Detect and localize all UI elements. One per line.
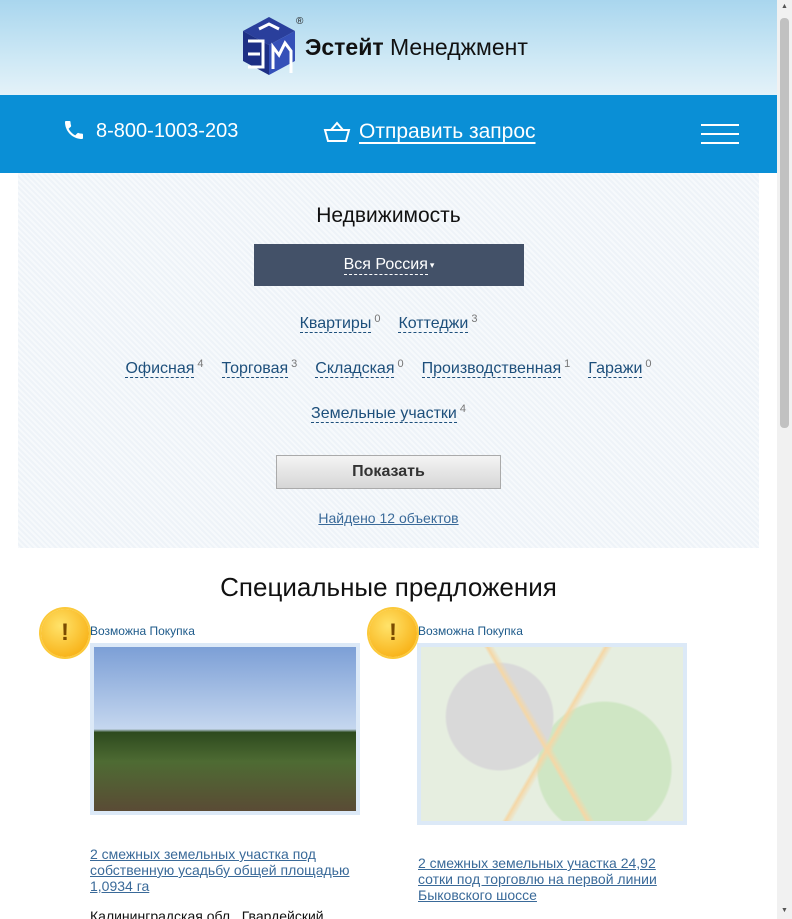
offer-title-link[interactable]: 2 смежных земельных участка 24,92 сотки … <box>418 855 688 903</box>
scrollbar-thumb[interactable] <box>780 18 789 428</box>
category-label: Коттеджи <box>398 315 469 334</box>
registered-mark: ® <box>296 16 304 27</box>
caret-down-icon: ▾ <box>429 259 435 270</box>
brand-bold: Эстейт <box>305 33 384 60</box>
offer-tag: Возможна Покупка <box>90 624 195 638</box>
category-label: Производственная <box>421 360 562 379</box>
send-request-label: Отправить запрос <box>359 120 536 143</box>
phone-icon <box>65 121 83 139</box>
special-offers-title: Специальные предложения <box>220 572 557 602</box>
category-office[interactable]: Офисная 4 <box>125 358 204 379</box>
property-filter: Недвижимость Вся Россия ▾ Квартиры 0 Котте… <box>18 173 759 548</box>
category-count: 0 <box>645 358 652 370</box>
category-label: Офисная <box>125 360 195 379</box>
category-cottages[interactable]: Коттеджи 3 <box>398 313 478 334</box>
category-label: Земельные участки <box>311 405 457 424</box>
category-row-1: Квартиры 0 Коттеджи 3 <box>18 313 759 334</box>
offer-title-link[interactable]: 2 смежных земельных участка под собствен… <box>90 846 360 894</box>
category-count: 4 <box>197 358 204 370</box>
region-select[interactable]: Вся Россия ▾ <box>254 244 524 286</box>
offer-tag: Возможна Покупка <box>418 624 523 638</box>
category-count: 1 <box>564 358 571 370</box>
category-count: 0 <box>397 358 404 370</box>
offer-image-map[interactable] <box>417 643 687 825</box>
phone-number[interactable]: 8-800-1003-203 <box>96 120 238 143</box>
found-count-link[interactable]: Найдено 12 объектов <box>18 510 759 526</box>
basket-icon <box>323 121 351 142</box>
scroll-down-icon[interactable]: ▼ <box>781 907 788 914</box>
scroll-up-icon[interactable]: ▲ <box>781 3 788 10</box>
category-label: Складская <box>315 360 395 379</box>
brand-rest: Менеджмент <box>390 33 528 60</box>
logo-cube-icon <box>243 17 295 75</box>
category-count: 4 <box>459 403 466 415</box>
category-label: Квартиры <box>299 315 372 334</box>
logo[interactable]: Эстейт Менеджмент <box>243 17 528 75</box>
category-warehouse[interactable]: Складская 0 <box>315 358 404 379</box>
category-row-2: Офисная 4 Торговая 3 Складская 0 Производст… <box>18 358 759 379</box>
category-row-3: Земельные участки 4 <box>18 403 759 424</box>
category-label: Торговая <box>221 360 289 379</box>
scrollbar[interactable]: ▲ ▼ <box>777 0 792 919</box>
category-garages[interactable]: Гаражи 0 <box>588 358 652 379</box>
exclamation-badge-icon: ! <box>41 609 89 657</box>
offer-image-field[interactable] <box>90 643 360 815</box>
category-count: 0 <box>374 313 381 325</box>
offer-address: Калининградская обл., Гвардейский <box>90 908 324 919</box>
category-flats[interactable]: Квартиры 0 <box>299 313 381 334</box>
menu-button[interactable] <box>701 124 739 144</box>
category-label: Гаражи <box>588 360 643 379</box>
region-value: Вся Россия <box>343 255 428 275</box>
category-land[interactable]: Земельные участки 4 <box>311 403 466 424</box>
category-retail[interactable]: Торговая 3 <box>221 358 298 379</box>
header: Эстейт Менеджмент ® <box>0 0 777 95</box>
category-industrial[interactable]: Производственная 1 <box>421 358 571 379</box>
category-count: 3 <box>471 313 478 325</box>
filter-title: Недвижимость <box>316 204 461 227</box>
exclamation-badge-icon: ! <box>369 609 417 657</box>
category-count: 3 <box>291 358 298 370</box>
send-request-link[interactable]: Отправить запрос <box>323 120 536 144</box>
show-button[interactable]: Показать <box>276 455 501 489</box>
